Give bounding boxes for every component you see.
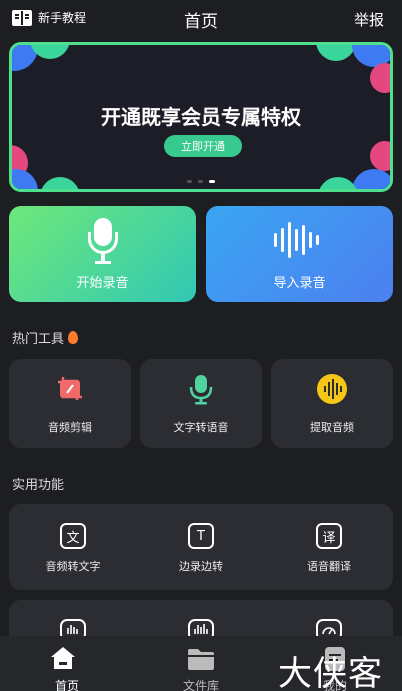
carousel-dot [198,180,203,183]
microphone-icon [87,218,119,268]
import-recording-card[interactable]: 导入录音 [206,206,393,302]
folder-icon [188,649,214,670]
banner-title: 开通既享会员专属特权 [101,105,301,129]
text-icon: 文 [60,523,86,549]
hot-tools-title: 热门工具 [12,328,79,347]
carousel-dot-active [209,180,215,183]
fire-icon [68,331,79,344]
microphone-icon [189,375,213,405]
home-icon [51,647,75,669]
audio-edit-label: 音频剪辑 [48,421,92,434]
decor-blob [40,177,80,189]
import-recording-label: 导入录音 [273,276,326,291]
text-to-speech-label: 文字转语音 [173,421,229,434]
decor-blob [370,63,390,93]
page-title: 首页 [184,12,218,32]
nav-file-library[interactable]: 文件库 [134,636,268,691]
nav-home-label: 首页 [54,679,79,691]
utility-title: 实用功能 [12,478,65,493]
record-transcribe-item[interactable]: T 边录边转 [137,504,265,590]
open-vip-button[interactable]: 立即开通 [164,135,242,157]
crop-icon [58,377,82,400]
vip-banner[interactable]: 开通既享会员专属特权 立即开通 [9,42,393,192]
decor-blob [12,169,38,189]
audio-to-text-label: 音频转文字 [45,560,101,573]
top-bar: 新手教程 首页 举报 [0,0,402,36]
decor-blob [352,169,390,189]
watermark: 大侠客 [278,654,383,691]
decor-blob [370,141,390,171]
nav-file-library-label: 文件库 [182,679,219,691]
record-transcribe-label: 边录边转 [179,560,223,573]
audio-to-text-item[interactable]: 文 音频转文字 [9,504,137,590]
extract-audio-tool[interactable]: 提取音频 [271,359,393,448]
t-icon: T [188,523,214,549]
text-to-speech-tool[interactable]: 文字转语音 [140,359,262,448]
start-recording-card[interactable]: 开始录音 [9,206,196,302]
nav-home[interactable]: 首页 [0,636,134,691]
soundwave-icon [317,374,347,404]
start-recording-label: 开始录音 [76,276,129,291]
carousel-indicator [187,180,215,183]
decor-blob [318,177,358,189]
voice-translate-label: 语音翻译 [307,560,351,573]
utility-panel: 文 音频转文字 T 边录边转 译 语音翻译 [9,504,393,590]
audio-edit-tool[interactable]: 音频剪辑 [9,359,131,448]
soundwave-icon [274,222,319,258]
extract-audio-label: 提取音频 [310,421,354,434]
decor-blob [316,45,356,61]
carousel-dot [187,180,192,183]
report-button[interactable]: 举报 [354,9,384,30]
translate-icon: 译 [316,523,342,549]
voice-translate-item[interactable]: 译 语音翻译 [265,504,393,590]
